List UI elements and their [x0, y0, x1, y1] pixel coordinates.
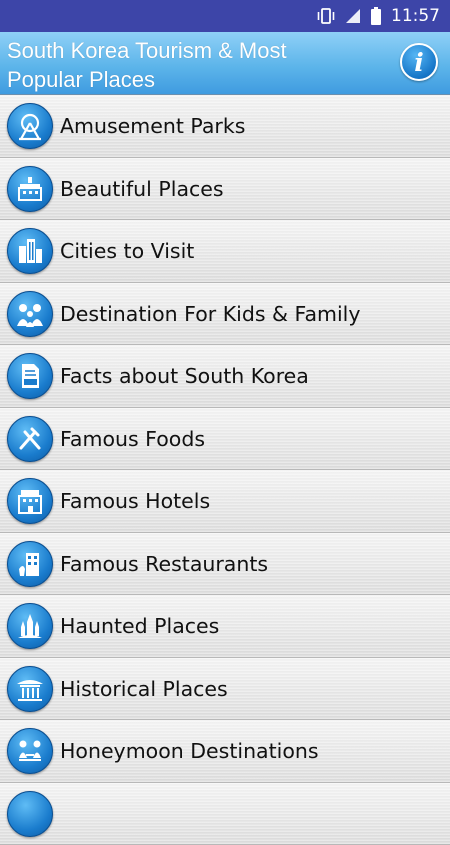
fact-document-icon	[7, 353, 53, 399]
list-item-cities-to-visit[interactable]: Cities to Visit	[0, 220, 450, 283]
family-icon	[7, 291, 53, 337]
list-item-label: Historical Places	[60, 658, 228, 720]
list-item-kids-family[interactable]: Destination For Kids & Family	[0, 283, 450, 346]
list-item-historical-places[interactable]: Historical Places	[0, 658, 450, 721]
list-item-label: Facts about South Korea	[60, 345, 309, 407]
page-title: South Korea Tourism & Most Popular Place…	[7, 36, 367, 94]
couple-icon	[7, 728, 53, 774]
list-item-famous-foods[interactable]: Famous Foods	[0, 408, 450, 471]
info-button[interactable]: i	[400, 43, 438, 81]
signal-icon	[345, 8, 361, 24]
palace-icon	[7, 166, 53, 212]
clock: 11:57	[391, 6, 440, 26]
list-item-label: Amusement Parks	[60, 95, 245, 157]
list-item-partial[interactable]	[0, 783, 450, 845]
list-item-icon	[7, 791, 53, 837]
list-item-label: Famous Restaurants	[60, 533, 268, 595]
app-header: South Korea Tourism & Most Popular Place…	[0, 32, 450, 95]
vibrate-icon	[316, 7, 336, 25]
restaurant-icon	[7, 541, 53, 587]
info-icon: i	[414, 50, 424, 75]
fork-knife-icon	[7, 416, 53, 462]
haunted-castle-icon	[7, 603, 53, 649]
temple-icon	[7, 666, 53, 712]
status-bar: 11:57	[0, 0, 450, 32]
list-item-label: Honeymoon Destinations	[60, 720, 319, 782]
battery-icon	[370, 7, 382, 25]
list-item-label: Famous Hotels	[60, 470, 210, 532]
category-list: Amusement Parks Beautiful Places Cities …	[0, 95, 450, 845]
list-item-famous-hotels[interactable]: Famous Hotels	[0, 470, 450, 533]
list-item-amusement-parks[interactable]: Amusement Parks	[0, 95, 450, 158]
ferris-wheel-icon	[7, 103, 53, 149]
list-item-beautiful-places[interactable]: Beautiful Places	[0, 158, 450, 221]
list-item-label: Famous Foods	[60, 408, 205, 470]
city-icon	[7, 228, 53, 274]
list-item-facts[interactable]: Facts about South Korea	[0, 345, 450, 408]
list-item-honeymoon-destinations[interactable]: Honeymoon Destinations	[0, 720, 450, 783]
list-item-haunted-places[interactable]: Haunted Places	[0, 595, 450, 658]
list-item-label: Destination For Kids & Family	[60, 283, 361, 345]
hotel-icon	[7, 478, 53, 524]
list-item-label: Haunted Places	[60, 595, 219, 657]
list-item-label: Beautiful Places	[60, 158, 224, 220]
list-item-famous-restaurants[interactable]: Famous Restaurants	[0, 533, 450, 596]
list-item-label: Cities to Visit	[60, 220, 194, 282]
